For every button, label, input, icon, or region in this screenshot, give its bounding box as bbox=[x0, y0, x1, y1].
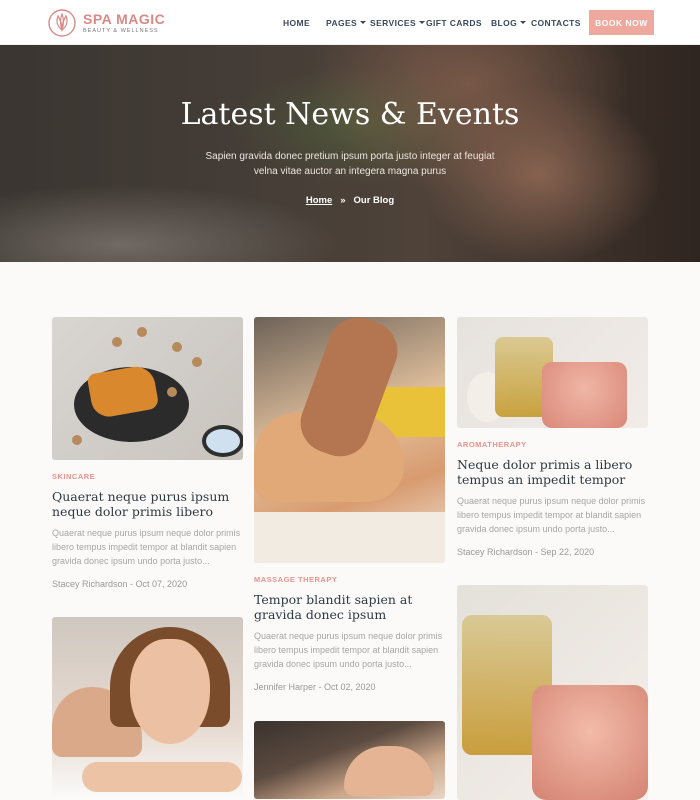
nav-services-label: SERVICES bbox=[370, 17, 417, 28]
nav-blog-label: BLOG bbox=[491, 17, 518, 28]
face-shape bbox=[130, 639, 210, 744]
oil-salt-closeup-photo[interactable] bbox=[457, 585, 648, 800]
nav-home[interactable]: HOME bbox=[283, 18, 326, 28]
blog-card-woman bbox=[52, 617, 243, 800]
caret-down-icon bbox=[520, 21, 527, 24]
post-category[interactable]: AROMATHERAPY bbox=[457, 440, 648, 449]
smiling-woman-photo[interactable] bbox=[52, 617, 243, 800]
white-towel-shape bbox=[254, 512, 445, 563]
massage-photo[interactable] bbox=[254, 317, 445, 563]
dried-rose bbox=[167, 387, 177, 397]
hero-banner: Latest News & Events Sapien gravida done… bbox=[0, 45, 700, 262]
breadcrumb-separator: » bbox=[340, 195, 346, 206]
logo[interactable]: SPA MAGIC BEAUTY & WELLNESS bbox=[47, 8, 165, 38]
breadcrumb-home-link[interactable]: Home bbox=[306, 195, 332, 206]
post-excerpt: Quaerat neque purus ipsum neque dolor pr… bbox=[254, 631, 443, 669]
post-title[interactable]: Quaerat neque purus ipsum neque dolor pr… bbox=[52, 489, 243, 519]
breadcrumb: Home » Our Blog bbox=[0, 195, 700, 206]
post-meta: Jennifer Harper - Oct 02, 2020 bbox=[254, 682, 376, 692]
breadcrumb-current: Our Blog bbox=[353, 195, 395, 206]
nav-blog[interactable]: BLOG bbox=[491, 18, 531, 28]
blog-card-skincare: SKINCARE Quaerat neque purus ipsum neque… bbox=[52, 317, 243, 589]
main-nav: HOME PAGES SERVICES GIFT CARDS BLOG CONT… bbox=[283, 0, 581, 45]
logo-name: SPA MAGIC bbox=[83, 11, 166, 27]
nav-services[interactable]: SERVICES bbox=[370, 18, 426, 28]
dried-rose bbox=[172, 342, 182, 352]
nav-contacts[interactable]: CONTACTS bbox=[531, 18, 581, 28]
blog-card-aromatherapy: AROMATHERAPY Neque dolor primis a libero… bbox=[457, 317, 648, 557]
salt-jar-shape bbox=[542, 362, 627, 428]
post-excerpt: Quaerat neque purus ipsum neque dolor pr… bbox=[52, 528, 241, 566]
caret-down-icon bbox=[360, 21, 367, 24]
post-meta: Stacey Richardson - Sep 22, 2020 bbox=[457, 547, 595, 557]
post-meta: Stacey Richardson - Oct 07, 2020 bbox=[52, 579, 188, 589]
nav-pages[interactable]: PAGES bbox=[326, 18, 370, 28]
folded-arms-shape bbox=[82, 762, 242, 792]
facial-massage-photo[interactable] bbox=[254, 721, 445, 799]
post-title[interactable]: Neque dolor primis a libero tempus an im… bbox=[457, 457, 648, 487]
blog-card-facial bbox=[254, 721, 445, 799]
nav-contacts-label: CONTACTS bbox=[531, 17, 581, 28]
blog-card-salt bbox=[457, 585, 648, 800]
blog-card-massage: MASSAGE THERAPY Tempor blandit sapien at… bbox=[254, 317, 445, 692]
face-shape bbox=[344, 746, 434, 796]
post-excerpt: Quaerat neque purus ipsum neque dolor pr… bbox=[457, 496, 646, 534]
dried-rose bbox=[112, 337, 122, 347]
post-category[interactable]: SKINCARE bbox=[52, 472, 243, 481]
dried-rose bbox=[72, 435, 82, 445]
nav-gift-cards-label: GIFT CARDS bbox=[426, 17, 482, 28]
oil-salt-photo[interactable] bbox=[457, 317, 648, 428]
soap-photo[interactable] bbox=[52, 317, 243, 460]
hero-subtitle: Sapien gravida donec pretium ipsum porta… bbox=[205, 151, 495, 177]
nav-home-label: HOME bbox=[283, 17, 311, 28]
site-header: SPA MAGIC BEAUTY & WELLNESS HOME PAGES S… bbox=[0, 0, 700, 45]
logo-tagline: BEAUTY & WELLNESS bbox=[83, 28, 159, 34]
dried-rose bbox=[192, 357, 202, 367]
nav-pages-label: PAGES bbox=[326, 17, 358, 28]
book-now-button[interactable]: BOOK NOW bbox=[589, 10, 654, 35]
cream-bowl-shape bbox=[202, 425, 243, 457]
dried-rose bbox=[137, 327, 147, 337]
nav-gift-cards[interactable]: GIFT CARDS bbox=[426, 18, 491, 28]
lotus-logo-icon bbox=[48, 9, 76, 37]
caret-down-icon bbox=[419, 21, 426, 24]
page-title: Latest News & Events bbox=[180, 97, 520, 132]
post-title[interactable]: Tempor blandit sapien at gravida donec i… bbox=[254, 592, 445, 622]
post-category[interactable]: MASSAGE THERAPY bbox=[254, 575, 445, 584]
salt-jar-shape bbox=[532, 685, 648, 800]
